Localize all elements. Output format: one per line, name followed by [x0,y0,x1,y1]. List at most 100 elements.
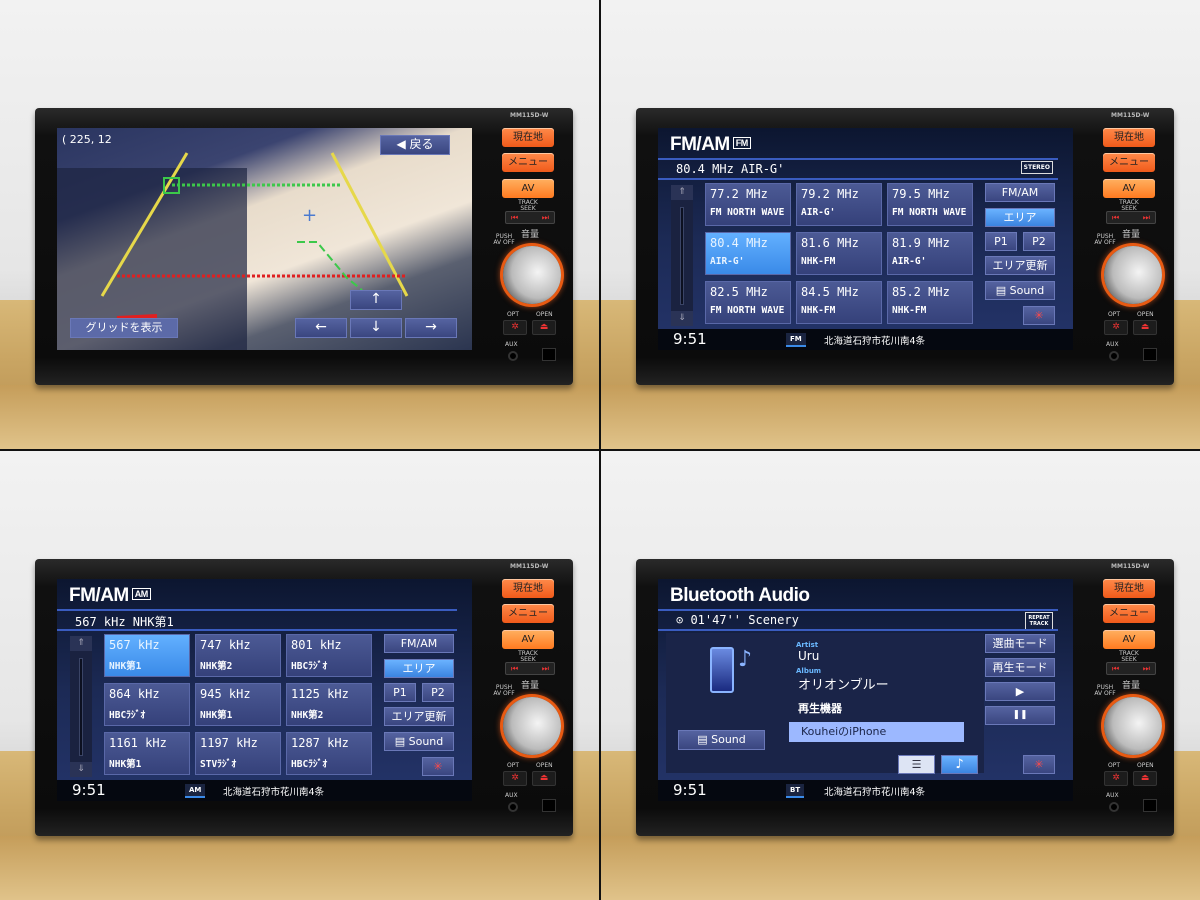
preset-button[interactable]: 81.9 MHz AIR-G' [887,232,973,275]
preset-button[interactable]: 567 kHz NHK第1 [104,634,190,677]
prev-icon[interactable]: ⏮ [511,663,518,674]
prev-icon[interactable]: ⏮ [1112,212,1119,223]
next-icon[interactable]: ⏭ [542,212,549,223]
current-location-button[interactable]: 現在地 [502,579,554,598]
p2-button[interactable]: P2 [1023,232,1055,251]
p2-button[interactable]: P2 [422,683,454,702]
volume-knob[interactable] [503,697,561,755]
arrow-left-button[interactable]: ← [295,318,347,338]
preset-button[interactable]: 79.5 MHz FM NORTH WAVE [887,183,973,226]
preset-scrollbar[interactable]: ⇑ ⇓ [671,185,693,326]
preset-station: HBCﾗｼﾞｵ [109,710,146,721]
menu-button[interactable]: メニュー [1103,153,1155,172]
music-tab-icon[interactable]: ♪ [941,755,978,774]
scroll-track[interactable] [79,658,83,756]
arrow-up-button[interactable]: ↑ [350,290,402,310]
av-button[interactable]: AV [1103,179,1155,198]
preset-button[interactable]: 1125 kHz NHK第2 [286,683,372,726]
seek-buttons[interactable]: ⏮ ⏭ [505,211,555,224]
preset-button[interactable]: 84.5 MHz NHK-FM [796,281,882,324]
av-button[interactable]: AV [1103,630,1155,649]
preset-station: NHK-FM [892,305,927,316]
page-title: FM/AM FM [670,134,751,156]
seek-buttons[interactable]: ⏮ ⏭ [1106,211,1156,224]
select-mode-button[interactable]: 選曲モード [985,634,1055,653]
opt-gear-icon[interactable]: ✲ [503,771,527,786]
seek-buttons[interactable]: ⏮ ⏭ [1106,662,1156,675]
opt-label: OPT [1108,762,1121,769]
scroll-track[interactable] [680,207,684,305]
preset-button[interactable]: 945 kHz NHK第1 [195,683,281,726]
star-button[interactable]: ✳ [1023,306,1055,325]
p1-button[interactable]: P1 [985,232,1017,251]
sound-button[interactable]: ▤ Sound [384,732,454,751]
seek-buttons[interactable]: ⏮ ⏭ [505,662,555,675]
area-button[interactable]: エリア [985,208,1055,227]
play-button[interactable]: ▶ [985,682,1055,701]
preset-button[interactable]: 1287 kHz HBCﾗｼﾞｵ [286,732,372,775]
volume-knob[interactable] [1104,697,1162,755]
prev-icon[interactable]: ⏮ [511,212,518,223]
preset-button[interactable]: 81.6 MHz NHK-FM [796,232,882,275]
opt-gear-icon[interactable]: ✲ [503,320,527,335]
area-button[interactable]: エリア [384,659,454,678]
scroll-up-icon[interactable]: ⇑ [671,185,693,200]
star-button[interactable]: ✳ [1023,755,1055,774]
preset-button[interactable]: 1197 kHz STVﾗｼﾞｵ [195,732,281,775]
eject-icon[interactable]: ⏏ [532,771,556,786]
eject-icon[interactable]: ⏏ [532,320,556,335]
av-button[interactable]: AV [502,179,554,198]
av-button[interactable]: AV [502,630,554,649]
list-icon[interactable]: ☰ [898,755,935,774]
pause-button[interactable]: ❚❚ [985,706,1055,725]
scroll-down-icon[interactable]: ⇓ [671,311,693,326]
preset-button[interactable]: 864 kHz HBCﾗｼﾞｵ [104,683,190,726]
preset-button[interactable]: 747 kHz NHK第2 [195,634,281,677]
opt-gear-icon[interactable]: ✲ [1104,320,1128,335]
sound-button[interactable]: ▤ Sound [678,730,765,750]
play-mode-button[interactable]: 再生モード [985,658,1055,677]
sound-button[interactable]: ▤ Sound [985,281,1055,300]
next-icon[interactable]: ⏭ [1143,212,1150,223]
eject-icon[interactable]: ⏏ [1133,320,1157,335]
opt-gear-icon[interactable]: ✲ [1104,771,1128,786]
current-location-button[interactable]: 現在地 [1103,128,1155,147]
show-grid-button[interactable]: グリッドを表示 [70,318,178,338]
p1-button[interactable]: P1 [384,683,416,702]
preset-button[interactable]: 77.2 MHz FM NORTH WAVE [705,183,791,226]
current-location-button[interactable]: 現在地 [1103,579,1155,598]
next-icon[interactable]: ⏭ [542,663,549,674]
photo-camera-calibration: + ( 225, 12 ◀ 戻る グリッドを表示 ↑ ← ↓ → MM115D-… [0,0,599,449]
current-location-button[interactable]: 現在地 [502,128,554,147]
star-button[interactable]: ✳ [422,757,454,776]
preset-button[interactable]: 801 kHz HBCﾗｼﾞｵ [286,634,372,677]
eject-icon[interactable]: ⏏ [1133,771,1157,786]
menu-button[interactable]: メニュー [1103,604,1155,623]
volume-knob[interactable] [1104,246,1162,304]
arrow-down-button[interactable]: ↓ [350,318,402,338]
preset-button[interactable]: 1161 kHz NHK第1 [104,732,190,775]
preset-button[interactable]: 79.2 MHz AIR-G' [796,183,882,226]
prev-icon[interactable]: ⏮ [1112,663,1119,674]
preset-button[interactable]: 80.4 MHz AIR-G' [705,232,791,275]
preset-station: HBCﾗｼﾞｵ [291,661,328,672]
opt-label: OPT [507,311,520,318]
fmam-button[interactable]: FM/AM [985,183,1055,202]
back-button[interactable]: ◀ 戻る [380,135,450,155]
menu-button[interactable]: メニュー [502,153,554,172]
band-badge: FM [732,137,751,149]
area-update-button[interactable]: エリア更新 [384,707,454,726]
scroll-down-icon[interactable]: ⇓ [70,762,92,777]
volume-knob[interactable] [503,246,561,304]
av-off-label: PUSH AV OFF [1094,233,1116,246]
arrow-right-button[interactable]: → [405,318,457,338]
preset-button[interactable]: 82.5 MHz FM NORTH WAVE [705,281,791,324]
fmam-button[interactable]: FM/AM [384,634,454,653]
next-icon[interactable]: ⏭ [1143,663,1150,674]
area-update-button[interactable]: エリア更新 [985,256,1055,275]
scroll-up-icon[interactable]: ⇑ [70,636,92,651]
preset-button[interactable]: 85.2 MHz NHK-FM [887,281,973,324]
menu-button[interactable]: メニュー [502,604,554,623]
preset-scrollbar[interactable]: ⇑ ⇓ [70,636,92,777]
table-edge [601,385,1200,449]
